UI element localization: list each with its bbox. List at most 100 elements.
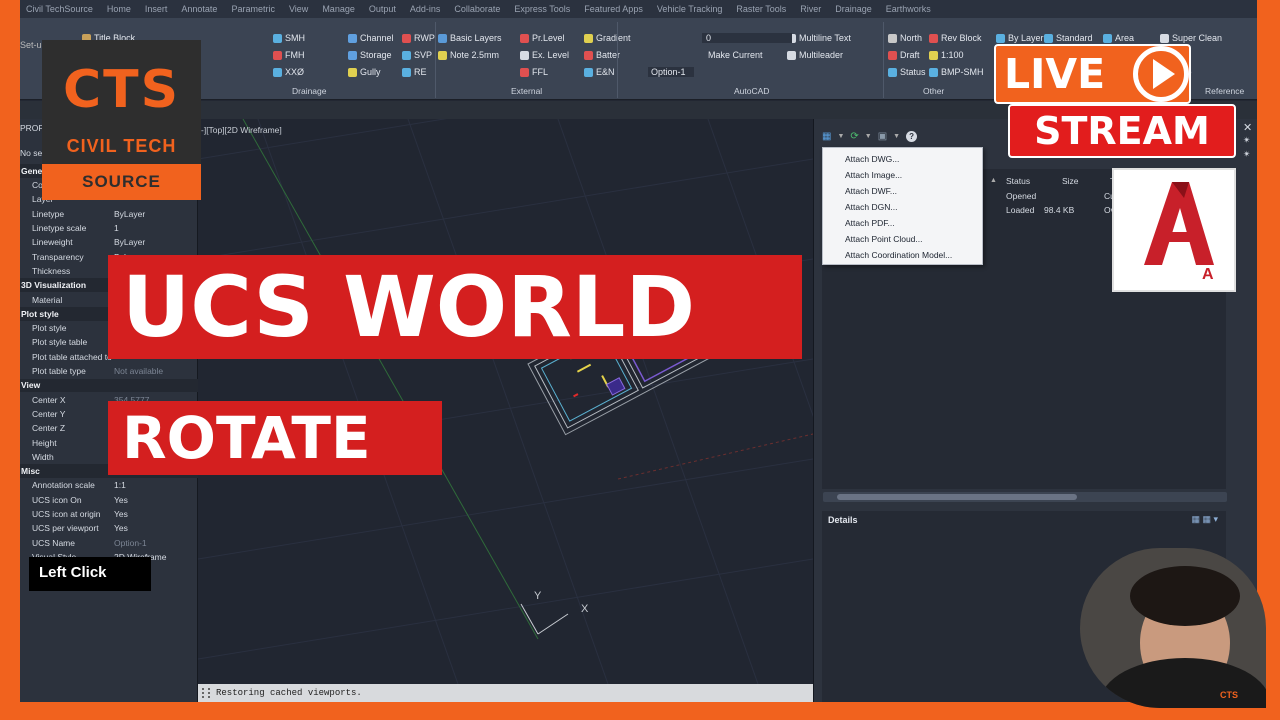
xref-cell-status[interactable]: Loaded — [1006, 205, 1034, 215]
ribbon-button[interactable]: Basic Layers — [438, 33, 502, 43]
ribbon-button[interactable]: Ex. Level — [520, 50, 569, 60]
ribbon-button[interactable]: Status — [888, 67, 926, 77]
ribbon-tab[interactable]: View — [289, 4, 308, 14]
property-row[interactable]: UCS icon On Yes — [20, 493, 198, 507]
ribbon-button[interactable]: FFL — [520, 67, 548, 77]
ribbon-tab[interactable]: Civil TechSource — [26, 4, 93, 14]
ribbon-tab[interactable]: Manage — [322, 4, 355, 14]
ribbon-button[interactable]: SMH — [273, 33, 305, 43]
ribbon-tab[interactable]: Add-ins — [410, 4, 441, 14]
logo-big-text: CTS — [62, 60, 181, 120]
ribbon-button[interactable]: Gradient — [584, 33, 631, 43]
command-grip-icon[interactable] — [202, 688, 210, 698]
ribbon-button[interactable]: North — [888, 33, 922, 43]
xref-cell-size[interactable]: 98.4 KB — [1044, 205, 1074, 215]
scrollbar-thumb[interactable] — [837, 494, 1077, 500]
ribbon-tab[interactable]: Collaborate — [454, 4, 500, 14]
property-row[interactable]: UCS Name Option-1 — [20, 536, 198, 550]
property-value[interactable]: 1 — [114, 223, 119, 233]
property-value[interactable]: Option-1 — [114, 538, 147, 548]
help-icon[interactable]: ? — [906, 131, 918, 142]
property-row[interactable]: Lineweight ByLayer — [20, 236, 198, 250]
ribbon-button[interactable]: Pr.Level — [520, 33, 565, 43]
ribbon-button[interactable]: Rev Block — [929, 33, 982, 43]
ribbon-button[interactable]: By Layer — [996, 33, 1044, 43]
ribbon-tab[interactable]: Home — [107, 4, 131, 14]
ribbon-tab[interactable]: Drainage — [835, 4, 872, 14]
ribbon-tab[interactable]: Parametric — [231, 4, 275, 14]
viewport-controls-label[interactable]: -][Top][2D Wireframe] — [201, 125, 282, 135]
panel-title-drainage[interactable]: Drainage — [292, 86, 327, 96]
ribbon-button[interactable]: Storage — [348, 50, 392, 60]
sort-up-icon[interactable]: ▲ — [990, 177, 997, 184]
layer-dropdown[interactable]: 0 — [702, 33, 792, 43]
ribbon-button[interactable]: Batter — [584, 50, 620, 60]
property-row[interactable]: Linetype scale 1 — [20, 221, 198, 235]
attach-menu-item[interactable]: Attach Image... — [845, 170, 902, 180]
property-key: UCS icon On — [32, 494, 82, 505]
ribbon-button[interactable]: Channel — [348, 33, 394, 43]
attach-menu-item[interactable]: Attach Point Cloud... — [845, 234, 923, 244]
attach-menu-item[interactable]: Attach Coordination Model... — [845, 250, 952, 260]
ribbon-tab[interactable]: Featured Apps — [584, 4, 643, 14]
attach-menu-item[interactable]: Attach DGN... — [845, 202, 897, 212]
ribbon-tab[interactable]: Insert — [145, 4, 168, 14]
property-row[interactable]: UCS icon at origin Yes — [20, 507, 198, 521]
attach-menu-item[interactable]: Attach DWF... — [845, 186, 897, 196]
attach-dwg-icon[interactable]: ▦ — [822, 131, 831, 142]
chevron-down-icon[interactable]: ▼ — [865, 133, 872, 140]
ribbon-button[interactable]: Standard — [1044, 33, 1093, 43]
xref-cell-status[interactable]: Opened — [1006, 191, 1036, 201]
property-value[interactable]: ByLayer — [114, 237, 145, 247]
column-status[interactable]: Status — [1006, 176, 1030, 186]
horizontal-scrollbar[interactable] — [823, 492, 1227, 502]
property-value[interactable]: Not available — [114, 366, 163, 376]
property-value[interactable]: Yes — [114, 523, 128, 533]
details-toggle-icon[interactable]: ▦ ▦ ▾ — [1191, 514, 1218, 525]
ribbon-button[interactable]: Note 2.5mm — [438, 50, 499, 60]
settings-icon[interactable]: ✴ — [1243, 149, 1251, 160]
ribbon-tab[interactable]: Output — [369, 4, 396, 14]
property-row[interactable]: Plot table type Not available — [20, 364, 198, 378]
property-value[interactable]: ByLayer — [114, 209, 145, 219]
ribbon-button[interactable]: Draft — [888, 50, 920, 60]
ribbon-button[interactable]: FMH — [273, 50, 305, 60]
command-line[interactable]: Restoring cached viewports. — [198, 684, 813, 702]
make-current-button[interactable]: Make Current — [708, 50, 763, 60]
property-row[interactable]: UCS per viewport Yes — [20, 522, 198, 536]
ribbon-tab[interactable]: Raster Tools — [736, 4, 786, 14]
ribbon-tab[interactable]: Annotate — [181, 4, 217, 14]
ribbon-button[interactable]: RWP — [402, 33, 435, 43]
ribbon-button[interactable]: 1:100 — [929, 50, 964, 60]
pin-icon[interactable]: ✴ — [1243, 135, 1251, 146]
column-size[interactable]: Size — [1062, 176, 1079, 186]
ribbon-button[interactable]: Gully — [348, 67, 381, 77]
ribbon-button[interactable]: Super Clean — [1160, 33, 1222, 43]
ribbon-button[interactable]: XXØ — [273, 67, 304, 77]
option-dropdown[interactable]: Option-1 — [648, 67, 694, 77]
ribbon-button[interactable]: Multileader — [787, 50, 843, 60]
ribbon-button[interactable]: Multiline Text — [787, 33, 851, 43]
property-value[interactable]: Yes — [114, 495, 128, 505]
property-row[interactable]: Annotation scale 1:1 — [20, 479, 198, 493]
refresh-icon[interactable]: ⟳ — [850, 131, 858, 142]
attach-menu-item[interactable]: Attach DWG... — [845, 154, 899, 164]
close-icon[interactable]: ✕ — [1243, 121, 1252, 134]
ribbon-tab[interactable]: Vehicle Tracking — [657, 4, 723, 14]
chevron-down-icon[interactable]: ▼ — [837, 133, 844, 140]
ribbon-button[interactable]: SVP — [402, 50, 432, 60]
chevron-down-icon[interactable]: ▼ — [893, 133, 900, 140]
ribbon-tab[interactable]: Express Tools — [514, 4, 570, 14]
ribbon-button[interactable]: E&N — [584, 67, 615, 77]
property-row[interactable]: Linetype ByLayer — [20, 207, 198, 221]
ribbon-tab[interactable]: Earthworks — [886, 4, 931, 14]
property-category[interactable]: View — [20, 378, 198, 393]
ribbon-button[interactable]: BMP-SMH — [929, 67, 984, 77]
ribbon-tab[interactable]: River — [800, 4, 821, 14]
change-path-icon[interactable]: ▣ — [878, 131, 887, 142]
ribbon-button[interactable]: RE — [402, 67, 427, 77]
ribbon-button[interactable]: Area — [1103, 33, 1134, 43]
attach-menu-item[interactable]: Attach PDF... — [845, 218, 895, 228]
property-value[interactable]: 1:1 — [114, 480, 126, 490]
property-value[interactable]: Yes — [114, 509, 128, 519]
